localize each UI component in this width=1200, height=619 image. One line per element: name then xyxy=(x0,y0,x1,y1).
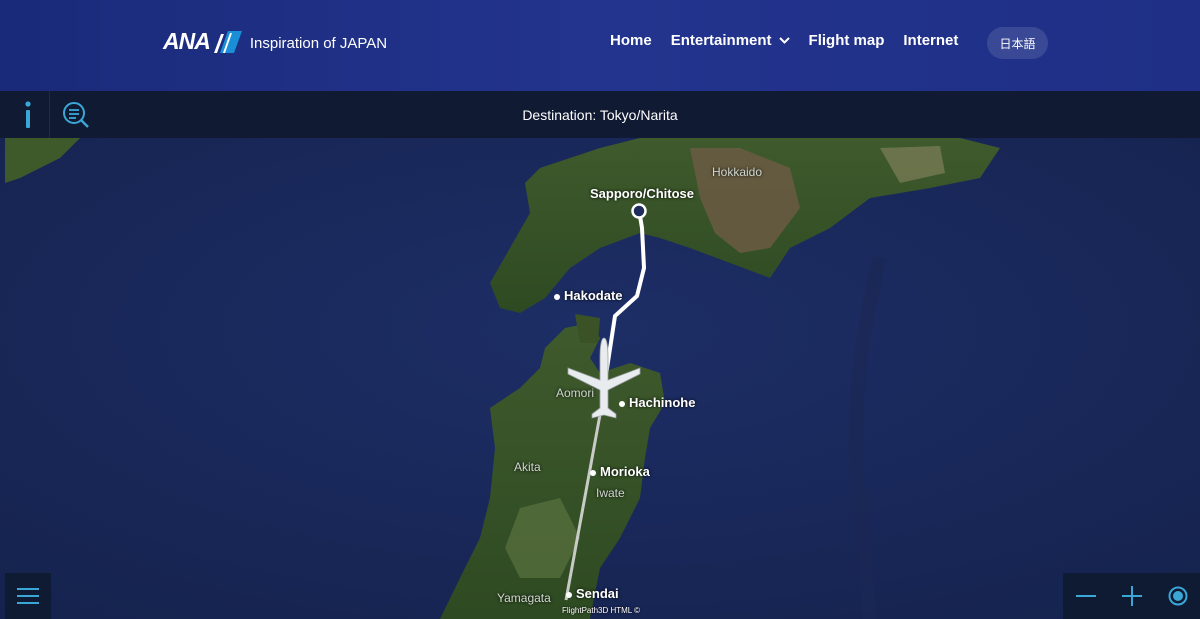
nav-entertainment-label: Entertainment xyxy=(670,32,772,49)
region-label-akita: Akita xyxy=(514,460,541,474)
nav-flight-map[interactable]: Flight map xyxy=(809,32,885,49)
hamburger-icon xyxy=(17,588,39,604)
brand-tagline: Inspiration of JAPAN xyxy=(249,34,388,52)
minus-icon xyxy=(1076,595,1096,597)
brand-wordmark: ANA xyxy=(163,28,211,54)
city-name: Hakodate xyxy=(564,288,623,303)
nav-internet[interactable]: Internet xyxy=(903,32,958,49)
region-label-iwate: Iwate xyxy=(596,486,625,500)
map-zoom-controls xyxy=(1063,573,1200,619)
city-label-sendai: Sendai xyxy=(566,586,619,601)
city-name: Sendai xyxy=(576,586,619,601)
city-label-sapporo: Sapporo/Chitose xyxy=(590,186,694,201)
flight-map[interactable]: Sapporo/Chitose Hakodate Hachinohe Morio… xyxy=(0,138,1200,619)
nav-home[interactable]: Home xyxy=(610,32,652,49)
info-bar: Destination: Tokyo/Narita xyxy=(0,91,1200,138)
city-dot xyxy=(554,293,560,300)
ana-logo[interactable]: ANA Inspiration of JAPAN xyxy=(163,28,387,55)
region-label-aomori: Aomori xyxy=(556,386,595,400)
city-dot xyxy=(566,591,572,598)
city-name: Morioka xyxy=(600,464,650,479)
menu-button[interactable] xyxy=(5,573,51,619)
city-label-hachinohe: Hachinohe xyxy=(619,395,695,410)
top-navigation: ANA Inspiration of JAPAN Home Entertainm… xyxy=(0,0,1200,91)
zoom-out-button[interactable] xyxy=(1063,573,1109,619)
ana-stripes-icon xyxy=(213,30,242,53)
language-toggle-button[interactable]: 日本語 xyxy=(987,27,1048,59)
destination-label: Destination: Tokyo/Narita xyxy=(522,107,678,123)
region-label-hokkaido: Hokkaido xyxy=(712,165,763,179)
city-dot xyxy=(619,400,625,407)
origin-marker xyxy=(631,203,647,219)
chevron-down-icon xyxy=(778,37,790,44)
main-nav: Home Entertainment Flight map Internet xyxy=(610,32,977,49)
nav-entertainment[interactable]: Entertainment xyxy=(671,32,790,49)
zoom-in-button[interactable] xyxy=(1109,573,1155,619)
city-dot xyxy=(590,469,596,476)
city-label-hakodate: Hakodate xyxy=(554,288,623,303)
plus-icon xyxy=(1122,586,1142,606)
target-icon xyxy=(1168,586,1188,606)
flight-route xyxy=(564,203,647,601)
recenter-button[interactable] xyxy=(1155,573,1200,619)
map-credit: FlightPath3D HTML © xyxy=(562,606,641,615)
city-label-morioka: Morioka xyxy=(590,464,650,479)
city-name: Hachinohe xyxy=(629,395,696,410)
region-label-yamagata: Yamagata xyxy=(497,591,551,605)
city-name: Sapporo/Chitose xyxy=(590,186,695,201)
